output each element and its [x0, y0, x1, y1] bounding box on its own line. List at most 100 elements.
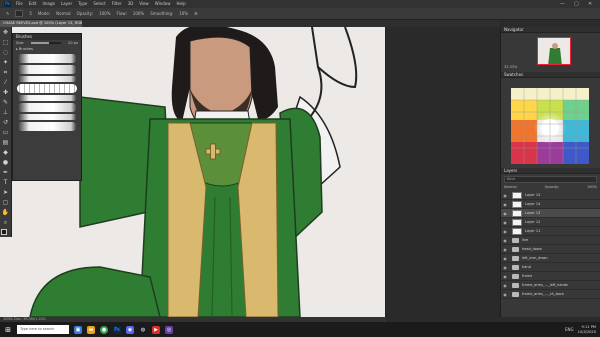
windows-start-icon[interactable]: ⊞ — [4, 325, 12, 334]
brush-stroke-preview[interactable] — [17, 122, 77, 131]
visibility-eye-icon[interactable]: ◉ — [501, 274, 509, 279]
brush-stroke-preview[interactable] — [17, 103, 77, 112]
layer-row[interactable]: ◉ Layer 12 — [501, 218, 600, 227]
marquee-tool-icon[interactable]: ⬚ — [2, 39, 10, 47]
history-brush-icon[interactable]: ↺ — [2, 119, 10, 127]
brush-size-field[interactable]: 20 px — [68, 41, 78, 45]
layer-row[interactable]: ◉ frame — [501, 272, 600, 281]
navigator-zoom[interactable]: 33.33% — [504, 65, 517, 69]
layer-row[interactable]: ◉ Layer 11 — [501, 227, 600, 236]
maximize-button[interactable]: ▢ — [574, 0, 579, 8]
obs-icon[interactable]: ◎ — [165, 325, 173, 334]
stamp-tool-icon[interactable]: ⊥ — [2, 109, 10, 117]
brush-size-value[interactable]: 5 — [29, 11, 32, 16]
blend-mode-select[interactable]: Normal — [504, 185, 517, 189]
move-tool-icon[interactable]: ✥ — [2, 29, 10, 37]
color-swatches[interactable] — [0, 229, 11, 239]
brush-tool-icon[interactable]: ✎ — [6, 11, 9, 16]
visibility-eye-icon[interactable]: ◉ — [501, 238, 509, 243]
navigator-title[interactable]: Navigator — [501, 27, 600, 33]
discord-icon[interactable]: ◉ — [126, 325, 134, 334]
dodge-tool-icon[interactable]: ● — [2, 159, 10, 167]
layer-row[interactable]: ◉ hand — [501, 263, 600, 272]
menu-type[interactable]: Type — [78, 0, 87, 8]
layer-row[interactable]: ◉ left_arm_down — [501, 254, 600, 263]
brush-stroke-preview[interactable] — [17, 114, 77, 120]
menu-file[interactable]: File — [16, 0, 23, 8]
brush-stroke-preview[interactable] — [17, 65, 77, 74]
chrome-icon[interactable]: ● — [100, 325, 108, 334]
file-explorer-icon[interactable]: ▬ — [87, 325, 95, 334]
swatches-title[interactable]: Swatches — [501, 72, 600, 78]
menu-select[interactable]: Select — [93, 0, 105, 8]
document-tab[interactable]: CHASE REEVES.psd @ 100% (Layer 13, RGB/8… — [0, 20, 82, 27]
brush-size-slider[interactable] — [31, 42, 62, 44]
taskbar-search[interactable]: Type here to search — [17, 325, 69, 334]
visibility-eye-icon[interactable]: ◉ — [501, 229, 509, 234]
visibility-eye-icon[interactable]: ◉ — [501, 247, 509, 252]
minimize-button[interactable]: — — [560, 0, 565, 8]
zoom-tool-icon[interactable]: ⌕ — [2, 219, 10, 227]
language-indicator[interactable]: ENG — [565, 327, 574, 332]
smoothing-value[interactable]: 10% — [179, 11, 188, 16]
layer-row[interactable]: ◉ Layer 14 — [501, 200, 600, 209]
brush-preset-picker[interactable] — [15, 10, 24, 17]
blur-tool-icon[interactable]: ◆ — [2, 149, 10, 157]
menu-image[interactable]: Image — [42, 0, 55, 8]
pen-tool-icon[interactable]: ✒ — [2, 169, 10, 177]
visibility-eye-icon[interactable]: ◉ — [501, 256, 509, 261]
lasso-tool-icon[interactable]: ◌ — [2, 49, 10, 57]
media-icon[interactable]: ▶ — [152, 325, 160, 334]
brush-stroke-preview[interactable] — [17, 95, 77, 101]
menu-3d[interactable]: 3D — [128, 0, 134, 8]
layer-row[interactable]: ◉ head_down — [501, 245, 600, 254]
task-view-icon[interactable]: ▣ — [74, 325, 82, 334]
type-tool-icon[interactable]: T — [2, 179, 10, 187]
magic-wand-tool-icon[interactable]: ✦ — [2, 59, 10, 67]
brush-stroke-preview[interactable] — [17, 76, 77, 82]
visibility-eye-icon[interactable]: ◉ — [501, 211, 509, 216]
menu-filter[interactable]: Filter — [112, 0, 122, 8]
visibility-eye-icon[interactable]: ◉ — [501, 265, 509, 270]
layer-row[interactable]: ◉ line — [501, 236, 600, 245]
close-button[interactable]: ✕ — [588, 0, 592, 8]
visibility-eye-icon[interactable]: ◉ — [501, 202, 509, 207]
menu-edit[interactable]: Edit — [29, 0, 37, 8]
layer-filter-kind[interactable]: Kind — [504, 176, 597, 183]
steam-icon[interactable]: ◍ — [139, 325, 147, 334]
flow-value[interactable]: 100% — [133, 11, 144, 16]
shape-tool-icon[interactable]: ▢ — [2, 199, 10, 207]
layer-row[interactable]: ◉ frame_arms_..._ch_back — [501, 290, 600, 299]
visibility-eye-icon[interactable]: ◉ — [501, 220, 509, 225]
color-wheel-swatches[interactable] — [511, 88, 589, 164]
layer-opacity-value[interactable]: 100% — [587, 185, 597, 189]
visibility-eye-icon[interactable]: ◉ — [501, 292, 509, 297]
foreground-color[interactable] — [0, 229, 7, 235]
settings-gear-icon[interactable]: ⚙ — [194, 11, 198, 16]
healing-tool-icon[interactable]: ✚ — [2, 89, 10, 97]
brush-stroke-preview[interactable] — [17, 54, 77, 63]
eraser-tool-icon[interactable]: ▭ — [2, 129, 10, 137]
opacity-value[interactable]: 100% — [99, 11, 110, 16]
layer-row[interactable]: ◉ Layer 15 — [501, 191, 600, 200]
photoshop-taskbar-icon[interactable]: Ps — [113, 325, 121, 334]
menu-view[interactable]: View — [139, 0, 149, 8]
brush-stroke-preview[interactable] — [17, 84, 77, 93]
layer-row[interactable]: ◉ frame_arms_..._left_hands — [501, 281, 600, 290]
gradient-tool-icon[interactable]: ▤ — [2, 139, 10, 147]
menu-layer[interactable]: Layer — [61, 0, 72, 8]
layer-row[interactable]: ◉ Layer 13 — [501, 209, 600, 218]
taskbar-clock[interactable]: 9:11 PM 10/3/2020 — [578, 325, 596, 335]
layers-title[interactable]: Layers — [501, 168, 600, 174]
navigator-thumbnail[interactable] — [537, 37, 571, 65]
crop-tool-icon[interactable]: ⌗ — [2, 69, 10, 77]
eyedropper-tool-icon[interactable]: ⁄ — [2, 79, 10, 87]
hand-tool-icon[interactable]: ✋ — [2, 209, 10, 217]
visibility-eye-icon[interactable]: ◉ — [501, 283, 509, 288]
menu-window[interactable]: Window — [155, 0, 171, 8]
menu-help[interactable]: Help — [176, 0, 185, 8]
brush-folder[interactable]: ▸ Brushes — [13, 46, 81, 52]
brush-tool-icon[interactable]: ✎ — [2, 99, 10, 107]
path-select-icon[interactable]: ➤ — [2, 189, 10, 197]
mode-select[interactable]: Normal — [56, 11, 70, 16]
